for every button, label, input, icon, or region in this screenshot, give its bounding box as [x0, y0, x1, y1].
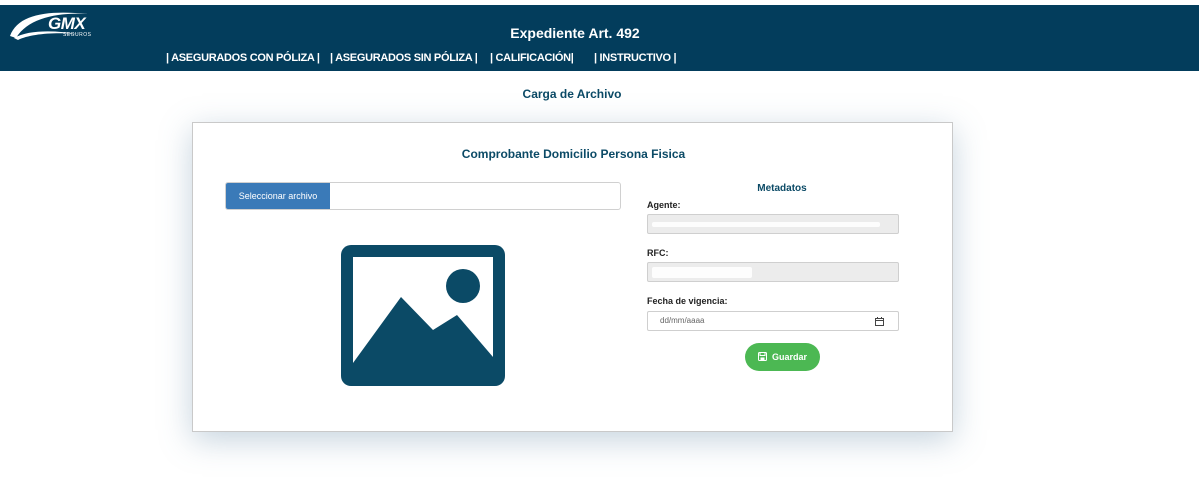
agent-label: Agente: — [647, 200, 681, 210]
save-button-label: Guardar — [771, 352, 807, 362]
header-title: Expediente Art. 492 — [510, 25, 640, 41]
nav-instructivo[interactable]: | INSTRUCTIVO | — [594, 52, 677, 64]
agent-field — [647, 214, 899, 234]
page-title: Carga de Archivo — [522, 87, 622, 101]
rfc-label: RFC: — [647, 248, 669, 258]
calendar-icon[interactable] — [875, 317, 884, 326]
date-field[interactable]: dd/mm/aaaa — [647, 311, 899, 331]
date-label: Fecha de vigencia: — [647, 296, 728, 306]
date-placeholder: dd/mm/aaaa — [660, 316, 705, 325]
save-button[interactable]: Guardar — [745, 343, 820, 371]
card-title: Comprobante Domicilio Persona Fisica — [461, 147, 686, 161]
rfc-value-redacted — [652, 267, 752, 278]
metadata-title: Metadatos — [757, 183, 807, 194]
nav-calificacion[interactable]: | CALIFICACIÓN| — [490, 52, 574, 64]
upload-card: Comprobante Domicilio Persona Fisica Sel… — [192, 122, 953, 432]
file-input[interactable]: Seleccionar archivo — [225, 182, 621, 210]
agent-value-redacted — [652, 222, 880, 227]
nav-asegurados-con-poliza[interactable]: | ASEGURADOS CON PÓLIZA | — [166, 52, 320, 64]
image-placeholder-icon — [341, 245, 505, 386]
select-file-button[interactable]: Seleccionar archivo — [226, 183, 330, 209]
rfc-field — [647, 262, 899, 282]
save-icon — [757, 352, 767, 361]
nav-asegurados-sin-poliza[interactable]: | ASEGURADOS SIN PÓLIZA | — [330, 52, 478, 64]
top-header: GMX SEGUROS Expediente Art. 492 | ASEGUR… — [0, 5, 1199, 71]
